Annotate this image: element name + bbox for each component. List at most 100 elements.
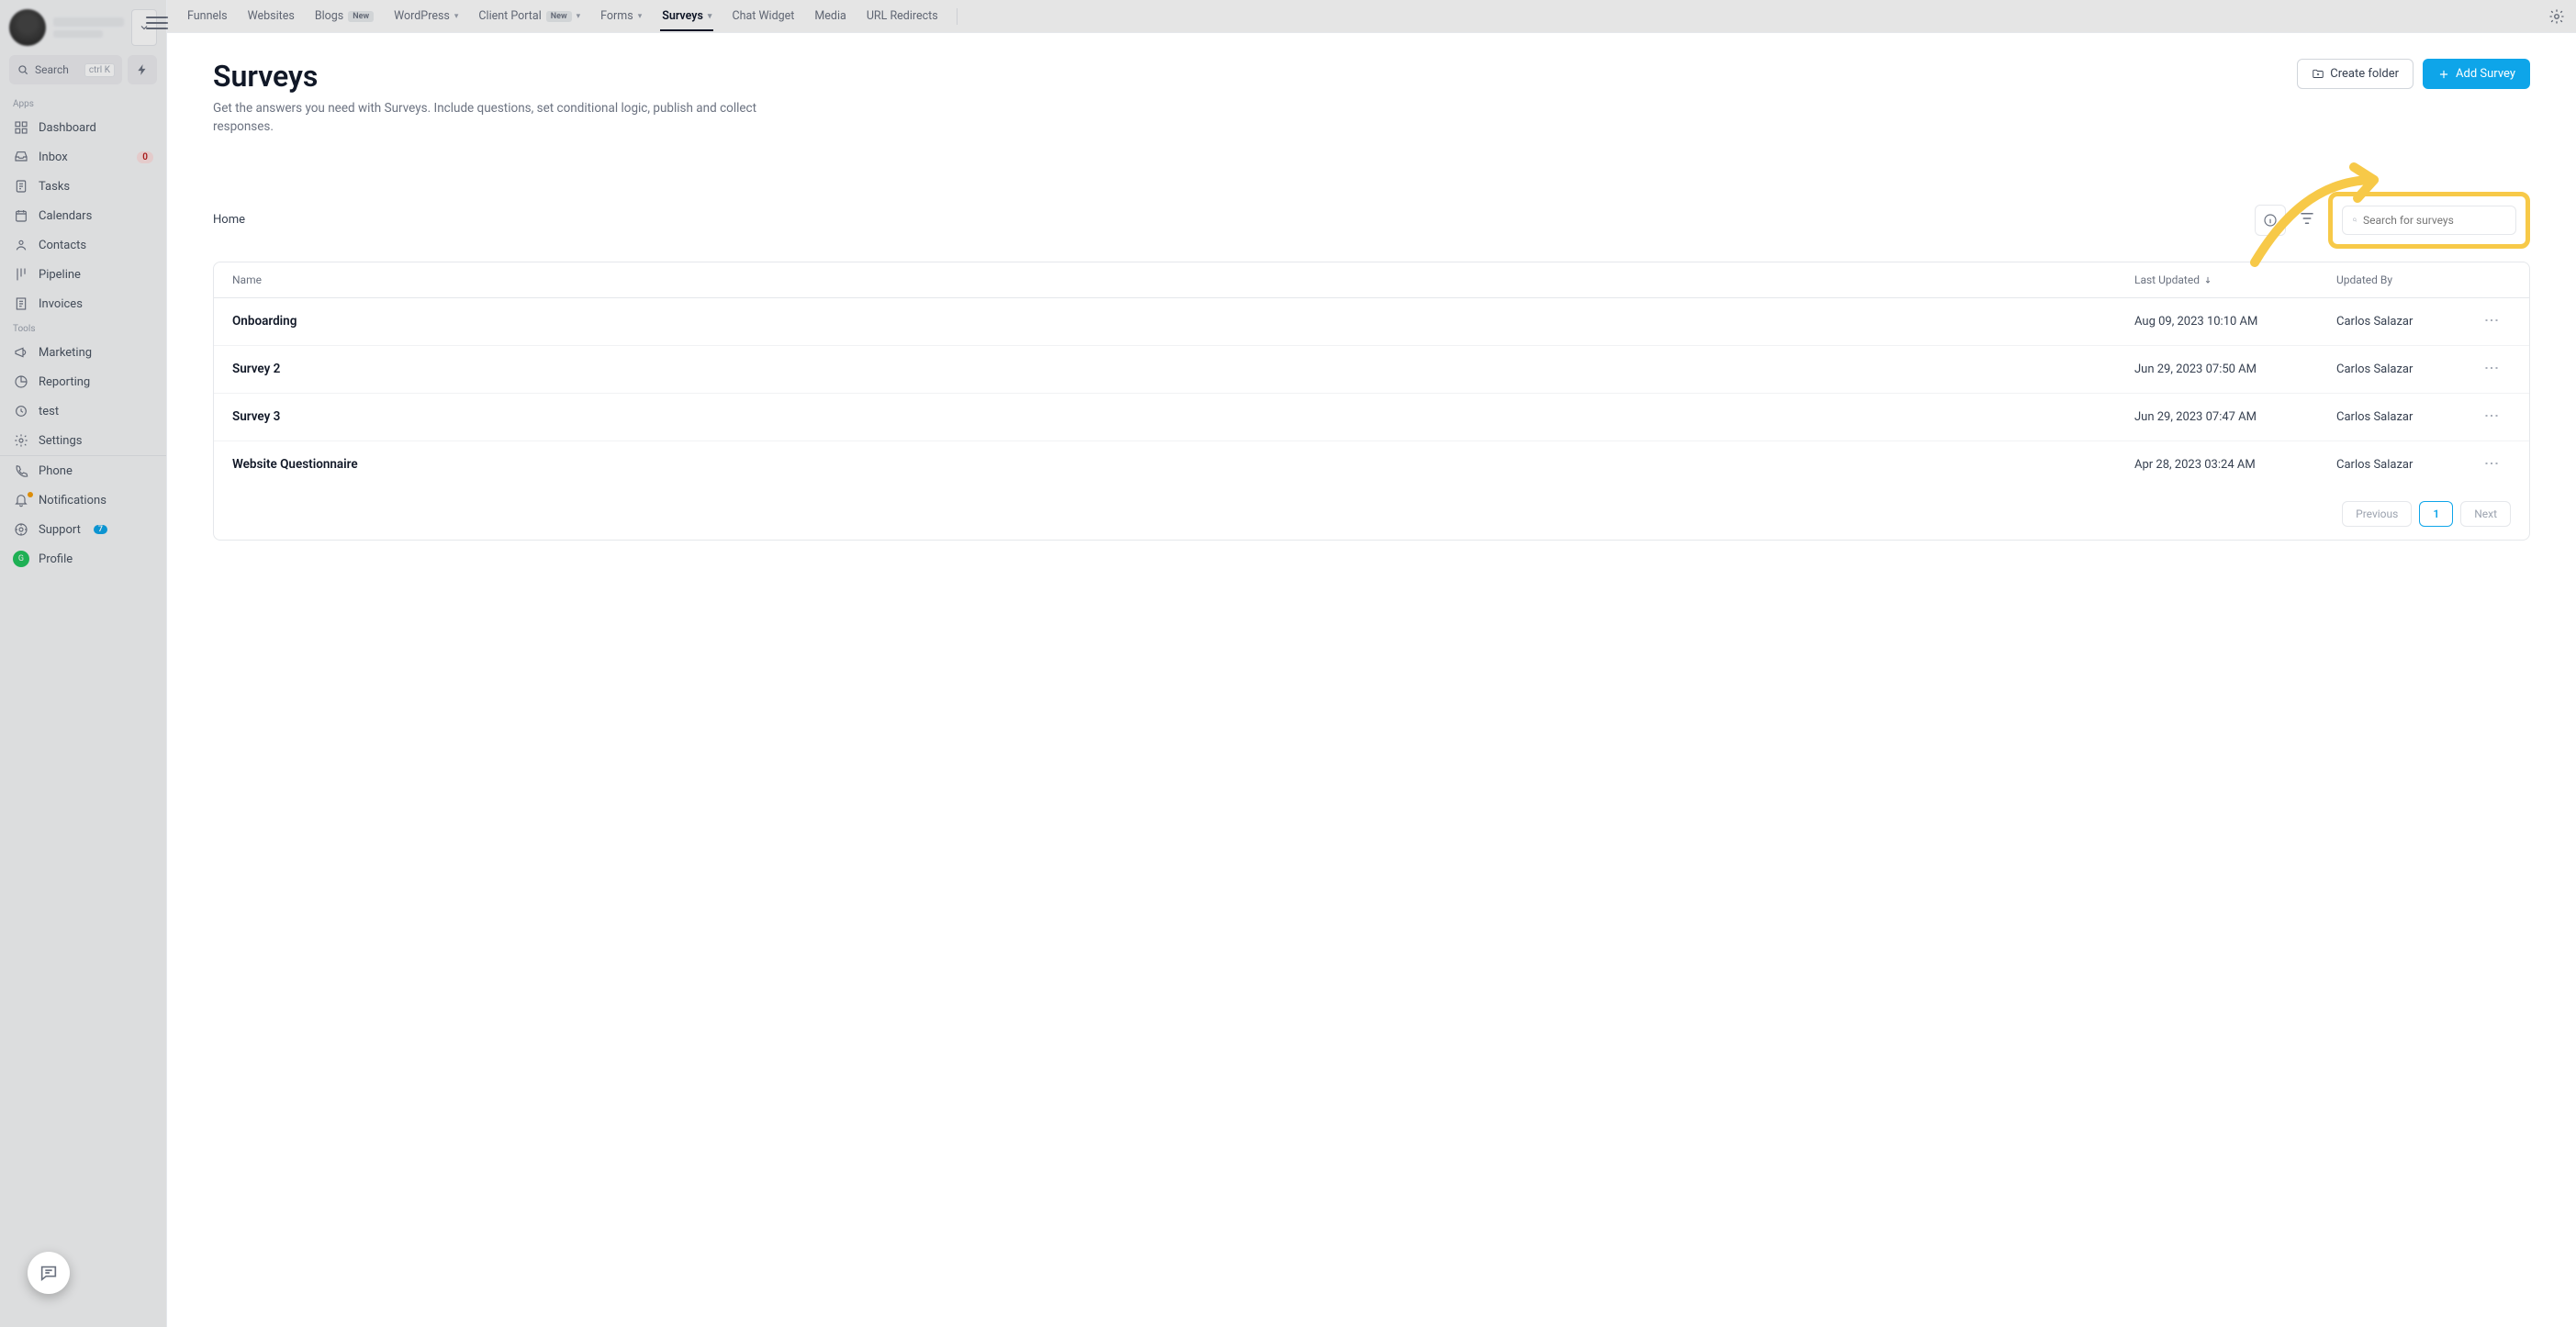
- workspace-avatar[interactable]: [9, 9, 46, 46]
- bolt-icon: [136, 63, 149, 76]
- pagination: Previous 1 Next: [214, 488, 2529, 540]
- sidebar-item-reporting[interactable]: Reporting: [0, 367, 166, 396]
- survey-updated: Jun 29, 2023 07:50 AM: [2134, 362, 2336, 376]
- sidebar-item-label: Calendars: [39, 209, 92, 223]
- survey-name: Survey 3: [232, 409, 2134, 424]
- table-header: Name Last Updated Updated By: [214, 262, 2529, 298]
- tab-label: Surveys: [662, 9, 703, 23]
- settings-gear-icon[interactable]: [2548, 8, 2565, 25]
- add-survey-button[interactable]: Add Survey: [2423, 59, 2530, 89]
- chat-icon: [39, 1263, 59, 1283]
- sidebar-item-label: Invoices: [39, 297, 83, 311]
- filter-button[interactable]: [2299, 210, 2315, 230]
- col-by[interactable]: Updated By: [2336, 273, 2483, 286]
- tab-wordpress[interactable]: WordPress▾: [385, 2, 467, 30]
- next-button[interactable]: Next: [2460, 501, 2511, 527]
- row-menu-button[interactable]: ⋮: [2483, 361, 2501, 374]
- chat-widget-bubble[interactable]: [28, 1252, 70, 1294]
- table-row[interactable]: Onboarding Aug 09, 2023 10:10 AM Carlos …: [214, 298, 2529, 346]
- tab-url-redirects[interactable]: URL Redirects: [857, 2, 947, 30]
- sidebar-item-pipeline[interactable]: Pipeline: [0, 260, 166, 289]
- table-row[interactable]: Survey 3 Jun 29, 2023 07:47 AM Carlos Sa…: [214, 394, 2529, 441]
- table-row[interactable]: Website Questionnaire Apr 28, 2023 03:24…: [214, 441, 2529, 488]
- page-title: Surveys: [213, 59, 2279, 94]
- row-menu-button[interactable]: ⋮: [2483, 313, 2501, 327]
- survey-updated-by: Carlos Salazar: [2336, 458, 2483, 472]
- sidebar-item-marketing[interactable]: Marketing: [0, 338, 166, 367]
- tab-label: WordPress: [394, 9, 450, 23]
- contacts-icon: [13, 237, 29, 253]
- reporting-icon: [13, 374, 29, 390]
- tab-funnels[interactable]: Funnels: [178, 2, 237, 30]
- survey-updated-by: Carlos Salazar: [2336, 362, 2483, 376]
- create-folder-label: Create folder: [2330, 67, 2399, 81]
- tab-label: Client Portal: [478, 9, 541, 23]
- search-icon: [17, 63, 29, 76]
- survey-name: Survey 2: [232, 362, 2134, 376]
- create-folder-button[interactable]: Create folder: [2297, 59, 2414, 89]
- sidebar-item-calendars[interactable]: Calendars: [0, 201, 166, 230]
- sidebar-item-profile[interactable]: GProfile: [0, 544, 166, 574]
- collapse-sidebar-button[interactable]: [146, 12, 168, 34]
- sidebar-item-inbox[interactable]: Inbox0: [0, 142, 166, 172]
- chevron-down-icon: ▾: [577, 12, 581, 21]
- survey-updated-by: Carlos Salazar: [2336, 315, 2483, 329]
- tab-label: Chat Widget: [732, 9, 794, 23]
- page-subtitle: Get the answers you need with Surveys. I…: [213, 99, 801, 137]
- pipeline-icon: [13, 266, 29, 283]
- sidebar-item-tasks[interactable]: Tasks: [0, 172, 166, 201]
- add-survey-label: Add Survey: [2456, 67, 2515, 81]
- sidebar-item-dashboard[interactable]: Dashboard: [0, 113, 166, 142]
- sidebar-item-support[interactable]: Support7: [0, 515, 166, 544]
- sidebar-item-invoices[interactable]: Invoices: [0, 289, 166, 318]
- tab-chat-widget[interactable]: Chat Widget: [722, 2, 803, 30]
- sidebar-section-label: Tools: [0, 318, 166, 338]
- breadcrumb[interactable]: Home: [213, 213, 245, 227]
- support-icon: [13, 521, 29, 538]
- info-button[interactable]: [2255, 205, 2286, 236]
- tab-label: Websites: [248, 9, 295, 23]
- prev-button[interactable]: Previous: [2342, 501, 2412, 527]
- col-updated[interactable]: Last Updated: [2134, 273, 2336, 286]
- sidebar-item-label: Inbox: [39, 151, 68, 164]
- test-icon: [13, 403, 29, 419]
- sidebar-item-label: Support: [39, 523, 81, 537]
- sidebar-item-phone[interactable]: Phone: [0, 456, 166, 485]
- nav-divider: [957, 8, 958, 25]
- tab-media[interactable]: Media: [805, 2, 855, 30]
- sidebar-section-label: Apps: [0, 94, 166, 113]
- dashboard-icon: [13, 119, 29, 136]
- search-highlight: [2328, 192, 2530, 249]
- survey-search-input[interactable]: [2363, 214, 2506, 227]
- tab-client-portal[interactable]: Client PortalNew▾: [469, 2, 589, 30]
- sidebar-item-notifications[interactable]: Notifications: [0, 485, 166, 515]
- table-row[interactable]: Survey 2 Jun 29, 2023 07:50 AM Carlos Sa…: [214, 346, 2529, 394]
- survey-name: Website Questionnaire: [232, 457, 2134, 472]
- sidebar-search-kbd: ctrl K: [84, 63, 115, 77]
- page-content: Surveys Get the answers you need with Su…: [167, 33, 2576, 1327]
- sidebar-item-label: Contacts: [39, 239, 86, 252]
- sidebar-item-contacts[interactable]: Contacts: [0, 230, 166, 260]
- surveys-table: Name Last Updated Updated By Onboarding …: [213, 262, 2530, 541]
- sidebar-item-label: Marketing: [39, 346, 92, 360]
- survey-updated-by: Carlos Salazar: [2336, 410, 2483, 424]
- new-badge: New: [348, 11, 374, 22]
- tab-websites[interactable]: Websites: [239, 2, 304, 30]
- tab-blogs[interactable]: BlogsNew: [306, 2, 383, 30]
- sidebar: Search ctrl K AppsDashboardInbox0Tasks Ca…: [0, 0, 167, 1327]
- page-1-button[interactable]: 1: [2419, 501, 2453, 527]
- marketing-icon: [13, 344, 29, 361]
- row-menu-button[interactable]: ⋮: [2483, 408, 2501, 422]
- quick-action-button[interactable]: [128, 55, 157, 84]
- col-name[interactable]: Name: [232, 273, 2134, 286]
- sidebar-item-test[interactable]: test: [0, 396, 166, 426]
- info-icon: [2263, 213, 2278, 228]
- tab-surveys[interactable]: Surveys▾: [653, 2, 721, 30]
- sidebar-search[interactable]: Search ctrl K: [9, 55, 122, 84]
- plus-icon: [2437, 68, 2450, 81]
- folder-plus-icon: [2312, 68, 2324, 81]
- survey-search[interactable]: [2342, 206, 2516, 235]
- tab-forms[interactable]: Forms▾: [591, 2, 651, 30]
- row-menu-button[interactable]: ⋮: [2483, 456, 2501, 470]
- sidebar-item-settings[interactable]: Settings: [0, 426, 166, 455]
